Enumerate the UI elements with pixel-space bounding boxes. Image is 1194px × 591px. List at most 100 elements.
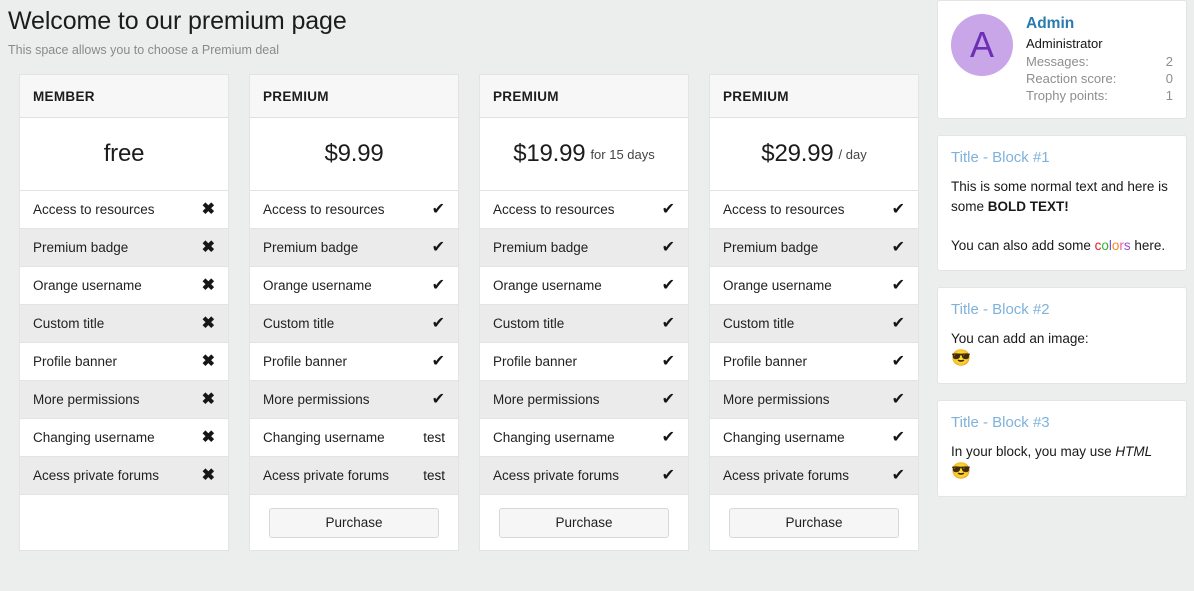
- block-3-text-pre: In your block, you may use: [951, 444, 1115, 459]
- purchase-button[interactable]: Purchase: [269, 508, 439, 538]
- feature-label: Premium badge: [33, 241, 128, 255]
- plan-name: PREMIUM: [479, 74, 689, 118]
- feature-label: Orange username: [263, 279, 372, 293]
- plan-name: PREMIUM: [709, 74, 919, 118]
- cross-icon: ✖: [202, 240, 215, 256]
- plan-feature-row: Changing username✔: [709, 419, 919, 457]
- profile-role: Administrator: [1026, 35, 1173, 53]
- plan-column: PREMIUM$19.99for 15 daysAccess to resour…: [479, 74, 689, 551]
- block-2-body: You can add an image: 😎: [951, 329, 1173, 369]
- check-icon: ✔: [432, 392, 445, 408]
- feature-label: Access to resources: [263, 203, 385, 217]
- block-2-title: Title - Block #2: [951, 300, 1173, 320]
- cross-icon: ✖: [202, 468, 215, 484]
- colored-letter: s: [1124, 238, 1131, 253]
- check-icon: ✔: [662, 430, 675, 446]
- sunglasses-emoji-icon: 😎: [951, 349, 1173, 369]
- feature-label: Access to resources: [493, 203, 615, 217]
- purchase-button[interactable]: Purchase: [729, 508, 899, 538]
- avatar[interactable]: A: [951, 14, 1013, 76]
- plan-feature-row: More permissions✖: [19, 381, 229, 419]
- plan-feature-row: Acess private forumstest: [249, 457, 459, 495]
- plan-feature-row: Premium badge✔: [709, 229, 919, 267]
- profile-stat-line: Trophy points:1: [1026, 87, 1173, 104]
- feature-label: Profile banner: [33, 355, 117, 369]
- premium-page: Welcome to our premium page This space a…: [0, 0, 1194, 591]
- check-icon: ✔: [432, 316, 445, 332]
- block-1-text-pre: You can also add some: [951, 238, 1095, 253]
- feature-label: Changing username: [493, 431, 615, 445]
- plan-name: MEMBER: [19, 74, 229, 118]
- plan-footer: Purchase: [479, 495, 689, 551]
- feature-label: Premium badge: [723, 241, 818, 255]
- block-1-colored-word: colors: [1095, 238, 1131, 253]
- plan-footer: Purchase: [709, 495, 919, 551]
- plan-column: PREMIUM$29.99/ dayAccess to resources✔Pr…: [709, 74, 919, 551]
- cross-icon: ✖: [202, 278, 215, 294]
- check-icon: ✔: [662, 278, 675, 294]
- profile-stat-value: 1: [1166, 87, 1173, 104]
- plan-feature-row: More permissions✔: [249, 381, 459, 419]
- plan-feature-row: Access to resources✔: [709, 191, 919, 229]
- plan-feature-row: More permissions✔: [479, 381, 689, 419]
- block-card-2: Title - Block #2 You can add an image: 😎: [937, 287, 1187, 384]
- colored-letter: o: [1101, 238, 1109, 253]
- profile-stat-value: 2: [1166, 53, 1173, 70]
- block-1-body: This is some normal text and here is som…: [951, 177, 1173, 256]
- feature-label: Custom title: [33, 317, 104, 331]
- feature-label: Premium badge: [493, 241, 588, 255]
- block-1-title: Title - Block #1: [951, 148, 1173, 168]
- profile-stat-line: Messages: 2: [1026, 53, 1173, 70]
- plan-price: free: [19, 118, 229, 191]
- purchase-button[interactable]: Purchase: [499, 508, 669, 538]
- check-icon: ✔: [432, 354, 445, 370]
- plan-feature-row: Premium badge ✖: [19, 229, 229, 267]
- feature-value-text: test: [423, 469, 445, 483]
- pricing-plans: MEMBERfreeAccess to resources✖Premium ba…: [0, 74, 919, 551]
- plan-feature-row: Access to resources ✔: [249, 191, 459, 229]
- sidebar: A Admin Administrator Messages:2Reaction…: [937, 0, 1187, 513]
- profile-stat-line: Reaction score:0: [1026, 70, 1173, 87]
- plan-feature-row: Custom title✔: [479, 305, 689, 343]
- check-icon: ✔: [662, 316, 675, 332]
- check-icon: ✔: [432, 202, 445, 218]
- feature-label: Access to resources: [723, 203, 845, 217]
- feature-label: Custom title: [723, 317, 794, 331]
- check-icon: ✔: [432, 240, 445, 256]
- plan-column: PREMIUM$9.99Access to resources✔Premium …: [249, 74, 459, 551]
- plan-feature-row: Custom title ✔: [709, 305, 919, 343]
- check-icon: ✔: [662, 240, 675, 256]
- block-card-3: Title - Block #3 In your block, you may …: [937, 400, 1187, 497]
- profile-stat-label: Reaction score:: [1026, 70, 1116, 87]
- feature-label: Orange username: [33, 279, 142, 293]
- feature-label: Changing username: [723, 431, 845, 445]
- check-icon: ✔: [892, 316, 905, 332]
- plan-feature-row: Orange username✔: [249, 267, 459, 305]
- plan-footer: Purchase: [249, 495, 459, 551]
- plan-price: $9.99: [249, 118, 459, 191]
- plan-feature-row: Premium badge✔: [249, 229, 459, 267]
- profile-stat-label: Messages:: [1026, 53, 1089, 70]
- feature-label: More permissions: [493, 393, 600, 407]
- check-icon: ✔: [892, 392, 905, 408]
- plan-footer: [19, 495, 229, 551]
- feature-label: Profile banner: [723, 355, 807, 369]
- profile-stats: Messages: 2Reaction score:0Trophy points:…: [1026, 53, 1173, 104]
- profile-card: A Admin Administrator Messages:2Reaction…: [937, 0, 1187, 119]
- plan-feature-list: Access to resources✔Premium badge✔Orange…: [249, 191, 459, 495]
- block-2-text: You can add an image:: [951, 329, 1173, 349]
- plan-feature-row: Orange username✔: [479, 267, 689, 305]
- plan-feature-row: More permissions✔: [709, 381, 919, 419]
- cross-icon: ✖: [202, 202, 215, 218]
- plan-feature-row: Custom title ✖: [19, 305, 229, 343]
- cross-icon: ✖: [202, 316, 215, 332]
- plan-price: $29.99/ day: [709, 118, 919, 191]
- block-1-text-post: here.: [1131, 238, 1166, 253]
- block-3-title: Title - Block #3: [951, 413, 1173, 433]
- feature-label: Profile banner: [263, 355, 347, 369]
- check-icon: ✔: [662, 354, 675, 370]
- profile-name-link[interactable]: Admin: [1026, 15, 1173, 33]
- plan-feature-row: Custom title✔: [249, 305, 459, 343]
- plan-feature-row: Changing username✖: [19, 419, 229, 457]
- plan-feature-row: Acess private forums✔: [479, 457, 689, 495]
